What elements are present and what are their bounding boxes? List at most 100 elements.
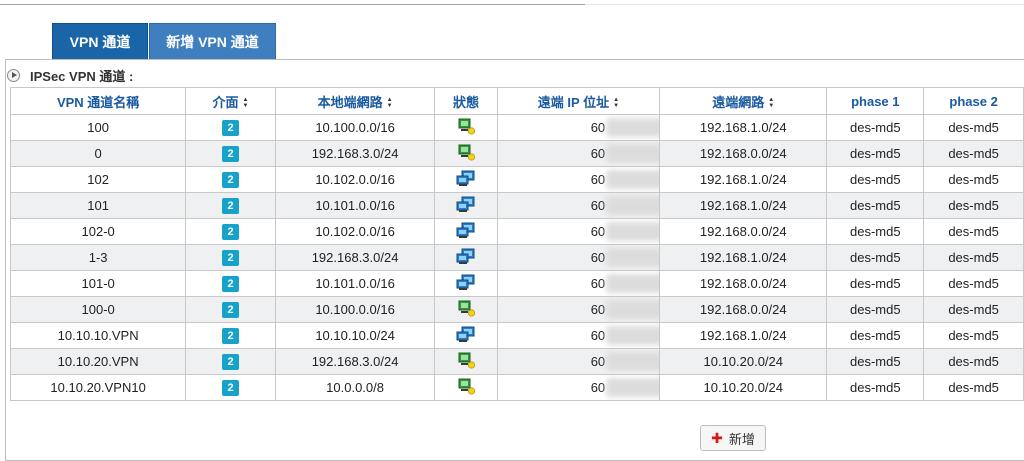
column-header[interactable]: 遠端 IP 位址 ▲ ▼ (496, 87, 661, 115)
table-row[interactable]: 0 2 192.168.3.0/24 60 192.168.0.0/24 des-md5 d… (9, 140, 1024, 167)
remote-ip-text: 60 (590, 302, 606, 317)
remote-ip-cell: 60 (496, 348, 661, 375)
interface-badge: 2 (222, 302, 240, 318)
status-cell (434, 140, 498, 167)
redaction-blur (605, 196, 659, 215)
tunnel-name-cell: 101-0 (9, 270, 187, 297)
tab-add-vpn-tunnel[interactable]: 新增 VPN 通道 (149, 23, 276, 60)
remote-ip-text: 60 (590, 276, 606, 291)
remote-ip-cell: 60 (496, 140, 661, 167)
disconnected-computer-icon (456, 144, 476, 164)
sort-icon[interactable]: ▲ ▼ (387, 97, 393, 109)
phase2-cell: des-md5 (923, 192, 1024, 219)
remote-ip-cell: 60 (496, 218, 661, 245)
column-header-label: 遠端網路 (712, 94, 765, 110)
tab-vpn-tunnels[interactable]: VPN 通道 (52, 23, 148, 60)
column-header-label: 介面 (212, 94, 239, 110)
add-button[interactable]: ✚ 新增 (700, 425, 766, 451)
phase2-cell: des-md5 (923, 166, 1024, 193)
redaction-blur (605, 222, 659, 241)
local-network-cell: 10.102.0.0/16 (274, 218, 436, 245)
interface-badge: 2 (222, 250, 240, 266)
redaction-blur (605, 352, 659, 371)
table-row[interactable]: 10.10.10.VPN 2 10.10.10.0/24 60 192.168.1.0/… (9, 322, 1024, 349)
column-header[interactable]: 本地端網路 ▲ ▼ (274, 87, 436, 115)
remote-network-cell: 192.168.1.0/24 (659, 114, 828, 141)
phase1-cell: des-md5 (826, 374, 925, 401)
local-network-cell: 10.10.10.0/24 (274, 322, 436, 349)
remote-network-cell: 192.168.1.0/24 (659, 322, 828, 349)
column-header-label: 遠端 IP 位址 (537, 94, 610, 110)
tunnel-name-cell: 10.10.20.VPN10 (9, 374, 187, 401)
remote-network-cell: 10.10.20.0/24 (659, 374, 828, 401)
interface-cell: 2 (185, 322, 276, 349)
table-row[interactable]: 100 2 10.100.0.0/16 60 192.168.1.0/24 des-md5… (9, 114, 1024, 141)
phase1-cell: des-md5 (826, 218, 925, 245)
phase1-cell: des-md5 (826, 296, 925, 323)
tunnel-name-cell: 101 (9, 192, 187, 219)
tunnel-name-cell: 100 (9, 114, 187, 141)
remote-ip-text: 60 (590, 380, 606, 395)
status-cell (434, 374, 498, 401)
top-divider-right (585, 4, 1024, 5)
sort-icon[interactable]: ▲ ▼ (243, 97, 249, 109)
status-cell (434, 114, 498, 141)
interface-cell: 2 (185, 270, 276, 297)
remote-network-cell: 192.168.0.0/24 (659, 218, 828, 245)
interface-badge: 2 (222, 354, 240, 370)
remote-network-cell: 10.10.20.0/24 (659, 348, 828, 375)
column-header-label: phase 1 (851, 93, 900, 109)
connected-computers-icon (456, 196, 476, 216)
column-header[interactable]: 介面 ▲ ▼ (185, 87, 276, 115)
column-header: 狀態 (434, 87, 498, 115)
interface-badge: 2 (222, 380, 240, 396)
remote-network-cell: 192.168.0.0/24 (659, 270, 828, 297)
phase1-cell: des-md5 (826, 348, 925, 375)
phase2-cell: des-md5 (923, 114, 1024, 141)
local-network-cell: 10.102.0.0/16 (274, 166, 436, 193)
column-header-label: 狀態 (453, 94, 480, 110)
sort-icon[interactable]: ▲ ▼ (768, 97, 774, 109)
status-cell (434, 296, 498, 323)
phase1-cell: des-md5 (826, 322, 925, 349)
tunnel-name-cell: 100-0 (9, 296, 187, 323)
tunnel-name-cell: 102 (9, 166, 187, 193)
table-row[interactable]: 10.10.20.VPN10 2 10.0.0.0/8 60 10.10.20.0/24… (9, 374, 1024, 401)
remote-network-cell: 192.168.1.0/24 (659, 244, 828, 271)
section-header: IPSec VPN 通道 : (7, 66, 133, 84)
remote-ip-cell: 60 (496, 322, 661, 349)
table-row[interactable]: 102 2 10.102.0.0/16 60 192.168.1.0/24 des-md5… (9, 166, 1024, 193)
remote-network-cell: 192.168.0.0/24 (659, 296, 828, 323)
phase2-cell: des-md5 (923, 140, 1024, 167)
status-cell (434, 166, 498, 193)
phase2-cell: des-md5 (923, 296, 1024, 323)
connected-computers-icon (456, 222, 476, 242)
remote-ip-text: 60 (590, 198, 606, 213)
interface-cell: 2 (185, 218, 276, 245)
remote-ip-text: 60 (590, 120, 606, 135)
table-row[interactable]: 1-3 2 192.168.3.0/24 60 192.168.1.0/24 des-md… (9, 244, 1024, 271)
column-header[interactable]: 遠端網路 ▲ ▼ (659, 87, 828, 115)
expand-arrow-icon[interactable] (7, 68, 20, 82)
table-row[interactable]: 100-0 2 10.100.0.0/16 60 192.168.0.0/24 des-m… (9, 296, 1024, 323)
interface-badge: 2 (222, 146, 240, 162)
remote-ip-cell: 60 (496, 192, 661, 219)
redaction-blur (605, 118, 659, 137)
redaction-blur (605, 248, 659, 267)
phase2-cell: des-md5 (923, 218, 1024, 245)
remote-ip-text: 60 (590, 354, 606, 369)
remote-ip-cell: 60 (496, 114, 661, 141)
table-row[interactable]: 101 2 10.101.0.0/16 60 192.168.1.0/24 des-md5… (9, 192, 1024, 219)
local-network-cell: 10.101.0.0/16 (274, 270, 436, 297)
interface-cell: 2 (185, 348, 276, 375)
status-cell (434, 244, 498, 271)
tunnel-name-cell: 10.10.10.VPN (9, 322, 187, 349)
local-network-cell: 10.101.0.0/16 (274, 192, 436, 219)
table-row[interactable]: 10.10.20.VPN 2 192.168.3.0/24 60 10.10.20.0/… (9, 348, 1024, 375)
remote-ip-text: 60 (590, 146, 606, 161)
tunnel-name-cell: 1-3 (9, 244, 187, 271)
table-row[interactable]: 101-0 2 10.101.0.0/16 60 192.168.0.0/24 des-m… (9, 270, 1024, 297)
sort-icon[interactable]: ▲ ▼ (613, 97, 619, 109)
table-row[interactable]: 102-0 2 10.102.0.0/16 60 192.168.0.0/24 des-m… (9, 218, 1024, 245)
redaction-blur (605, 300, 659, 319)
